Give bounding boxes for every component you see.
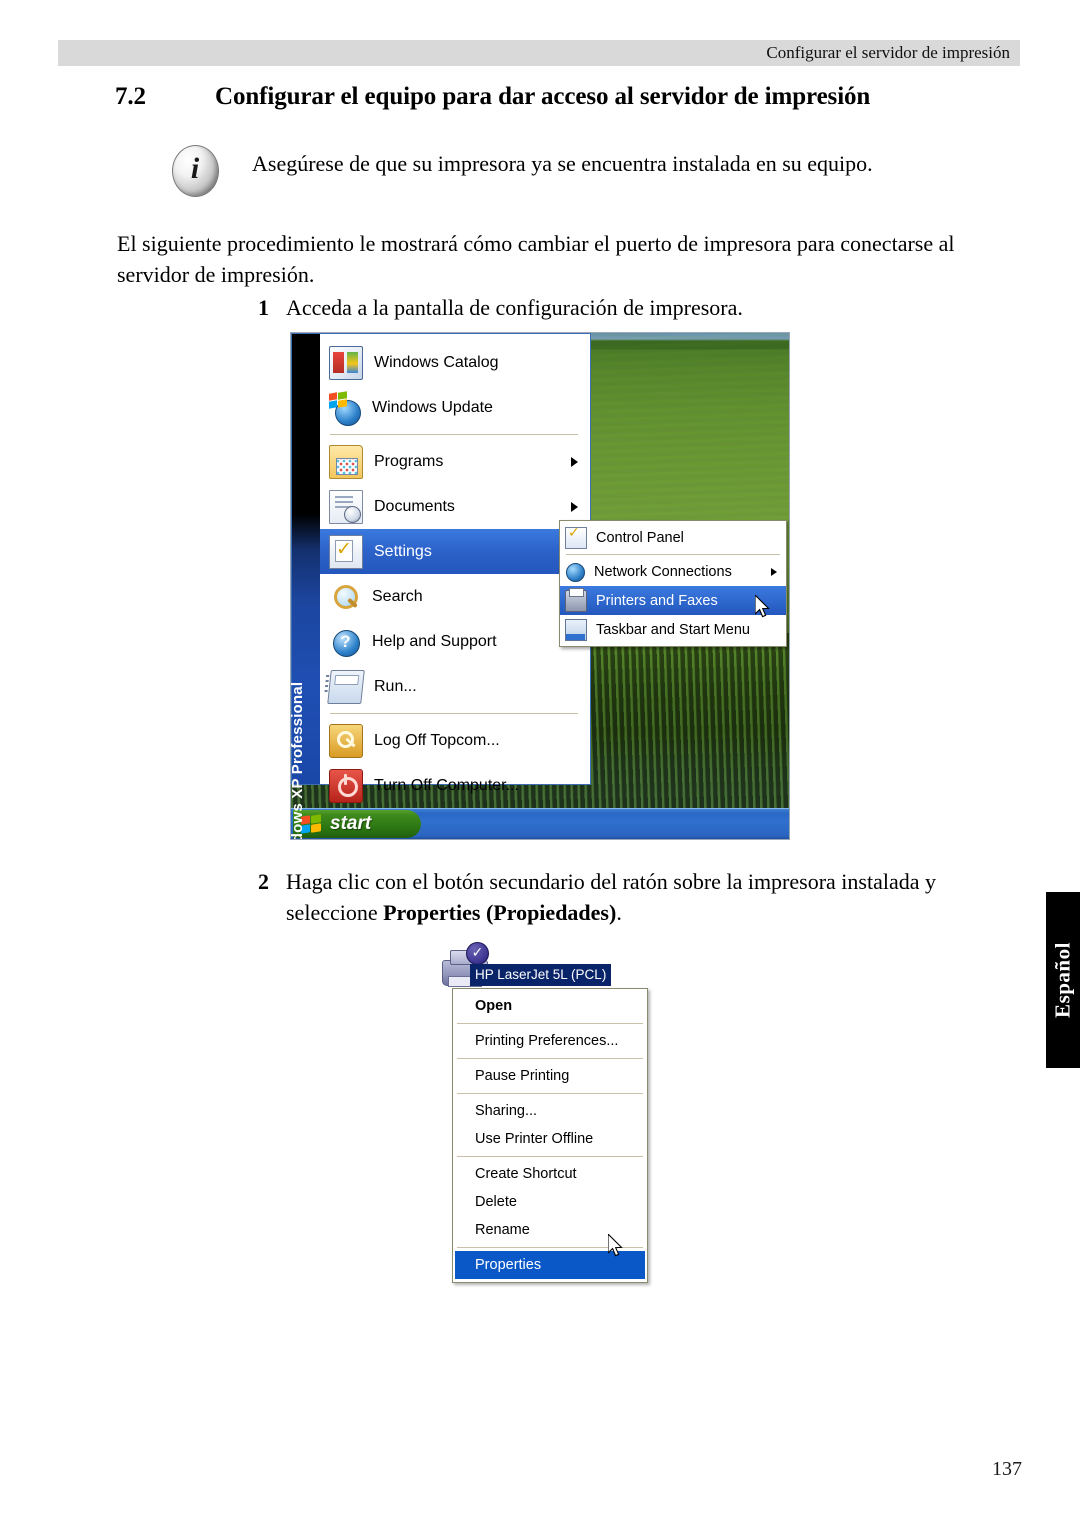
start-menu-list: Windows Catalog Windows Update Programs … bbox=[320, 334, 590, 803]
context-menu-item-delete[interactable]: Delete bbox=[453, 1188, 647, 1216]
section-number: 7.2 bbox=[115, 83, 146, 110]
step-1-text: Acceda a la pantalla de configuración de… bbox=[286, 295, 743, 320]
context-menu-item-use-printer-offline[interactable]: Use Printer Offline bbox=[453, 1125, 647, 1153]
context-menu-item-pause-printing[interactable]: Pause Printing bbox=[453, 1062, 647, 1090]
start-menu-item-documents[interactable]: Documents bbox=[320, 484, 590, 529]
section-title: Configurar el equipo para dar acceso al … bbox=[215, 83, 871, 110]
step-1-number: 1 bbox=[258, 295, 269, 320]
intro-paragraph: El siguiente procedimiento le mostrará c… bbox=[117, 231, 955, 287]
default-printer-check-icon: ✓ bbox=[466, 942, 489, 965]
network-globe-icon bbox=[565, 562, 585, 582]
help-question-icon: ? bbox=[329, 626, 361, 658]
step-2-number: 2 bbox=[258, 869, 269, 894]
log-off-key-icon bbox=[329, 723, 363, 758]
context-menu-item-create-shortcut[interactable]: Create Shortcut bbox=[453, 1160, 647, 1188]
submenu-divider bbox=[566, 554, 780, 555]
start-menu-item-label: Settings bbox=[374, 542, 432, 560]
step-1: 1 Acceda a la pantalla de configuración … bbox=[258, 292, 998, 323]
chevron-right-icon bbox=[771, 567, 777, 576]
submenu-item-label: Control Panel bbox=[596, 529, 684, 546]
start-menu-item-run[interactable]: Run... bbox=[320, 664, 590, 709]
start-menu-item-label: Programs bbox=[374, 452, 444, 470]
start-menu-item-label: Search bbox=[372, 587, 423, 605]
page-title: 7.2 Configurar el equipo para dar acceso … bbox=[115, 83, 1015, 111]
start-menu-item-label: Run... bbox=[374, 677, 417, 695]
search-magnifier-icon bbox=[329, 581, 361, 613]
start-menu-item-label: Log Off Topcom... bbox=[374, 731, 500, 749]
control-panel-icon bbox=[565, 525, 587, 549]
start-menu-item-turn-off-computer[interactable]: Turn Off Computer... bbox=[320, 763, 590, 808]
taskbar-start-menu-icon bbox=[565, 618, 587, 641]
printer-icon bbox=[565, 587, 587, 612]
submenu-item-taskbar-and-start-menu[interactable]: Taskbar and Start Menu bbox=[560, 615, 786, 644]
step-2-text: Haga clic con el botón secundario del ra… bbox=[286, 866, 998, 928]
settings-icon bbox=[329, 534, 363, 569]
submenu-item-label: Network Connections bbox=[594, 563, 732, 580]
context-menu-divider bbox=[457, 1058, 643, 1059]
start-menu-item-label: Windows Update bbox=[372, 398, 493, 416]
start-menu-item-windows-catalog[interactable]: Windows Catalog bbox=[320, 340, 590, 385]
start-button[interactable]: start bbox=[293, 810, 421, 838]
submenu-item-control-panel[interactable]: Control Panel bbox=[560, 523, 786, 552]
start-menu-sidebar: Windows XP Professional bbox=[291, 334, 320, 839]
run-icon bbox=[327, 669, 365, 704]
programs-folder-icon bbox=[329, 444, 363, 479]
context-menu-item-rename[interactable]: Rename bbox=[453, 1216, 647, 1244]
printer-name-label[interactable]: HP LaserJet 5L (PCL) bbox=[470, 964, 612, 986]
submenu-item-network-connections[interactable]: Network Connections bbox=[560, 557, 786, 586]
info-icon: i bbox=[168, 143, 222, 197]
documents-icon bbox=[329, 489, 363, 524]
step-2-text-bold: Properties (Propiedades) bbox=[383, 900, 617, 925]
start-menu-item-windows-update[interactable]: Windows Update bbox=[320, 385, 590, 430]
language-side-tab-label: Español bbox=[1050, 942, 1075, 1018]
start-menu-sidebar-label: Windows XP Professional bbox=[290, 681, 306, 840]
start-menu-item-label: Documents bbox=[374, 497, 455, 515]
start-menu-item-settings[interactable]: Settings bbox=[320, 529, 590, 574]
context-menu-divider bbox=[457, 1023, 643, 1024]
windows-update-icon bbox=[329, 390, 361, 426]
start-menu-item-log-off[interactable]: Log Off Topcom... bbox=[320, 718, 590, 763]
start-menu-item-label: Help and Support bbox=[372, 632, 497, 650]
step-2-text-after: . bbox=[616, 900, 622, 925]
page-number: 137 bbox=[992, 1458, 1022, 1480]
note-block: i Asegúrese de que su impresora ya se en… bbox=[168, 143, 1008, 199]
context-menu-item-sharing[interactable]: Sharing... bbox=[453, 1097, 647, 1125]
chevron-right-icon bbox=[571, 501, 578, 512]
info-icon-glyph: i bbox=[190, 152, 200, 185]
start-menu-item-label: Turn Off Computer... bbox=[374, 776, 519, 794]
taskbar: start bbox=[291, 808, 789, 839]
start-menu-item-label: Windows Catalog bbox=[374, 353, 499, 371]
context-menu-divider bbox=[457, 1156, 643, 1157]
context-menu: Open Printing Preferences... Pause Print… bbox=[452, 988, 648, 1283]
context-menu-divider bbox=[457, 1093, 643, 1094]
running-header-bar: Configurar el servidor de impresión bbox=[58, 40, 1020, 66]
language-side-tab: Español bbox=[1046, 892, 1080, 1068]
context-menu-item-open[interactable]: Open bbox=[453, 992, 647, 1020]
start-button-label: start bbox=[330, 813, 372, 834]
step-2: 2 Haga clic con el botón secundario del … bbox=[258, 866, 998, 928]
start-menu-divider bbox=[330, 434, 578, 435]
running-header-title: Configurar el servidor de impresión bbox=[766, 43, 1010, 62]
start-menu-item-programs[interactable]: Programs bbox=[320, 439, 590, 484]
context-menu-item-printing-preferences[interactable]: Printing Preferences... bbox=[453, 1027, 647, 1055]
note-text: Asegúrese de que su impresora ya se encu… bbox=[252, 151, 873, 176]
start-menu-panel: Windows XP Professional Windows Catalog … bbox=[291, 333, 591, 839]
settings-submenu: Control Panel Network Connections Printe… bbox=[559, 520, 787, 647]
start-menu-item-help-and-support[interactable]: ? Help and Support bbox=[320, 619, 590, 664]
submenu-item-label: Printers and Faxes bbox=[596, 592, 718, 609]
context-menu-divider bbox=[457, 1247, 643, 1248]
chevron-right-icon bbox=[571, 456, 578, 467]
windows-catalog-icon bbox=[329, 345, 363, 380]
start-menu-divider bbox=[330, 713, 578, 714]
submenu-item-printers-and-faxes[interactable]: Printers and Faxes bbox=[560, 586, 786, 615]
turn-off-power-icon bbox=[329, 768, 363, 803]
start-menu-screenshot: start Windows XP Professional Windows Ca… bbox=[290, 332, 790, 840]
submenu-item-label: Taskbar and Start Menu bbox=[596, 621, 750, 638]
printer-context-menu-screenshot: ✓ HP LaserJet 5L (PCL) Open Printing Pre… bbox=[440, 938, 648, 1283]
context-menu-item-properties[interactable]: Properties bbox=[455, 1251, 645, 1279]
start-menu-item-search[interactable]: Search bbox=[320, 574, 590, 619]
